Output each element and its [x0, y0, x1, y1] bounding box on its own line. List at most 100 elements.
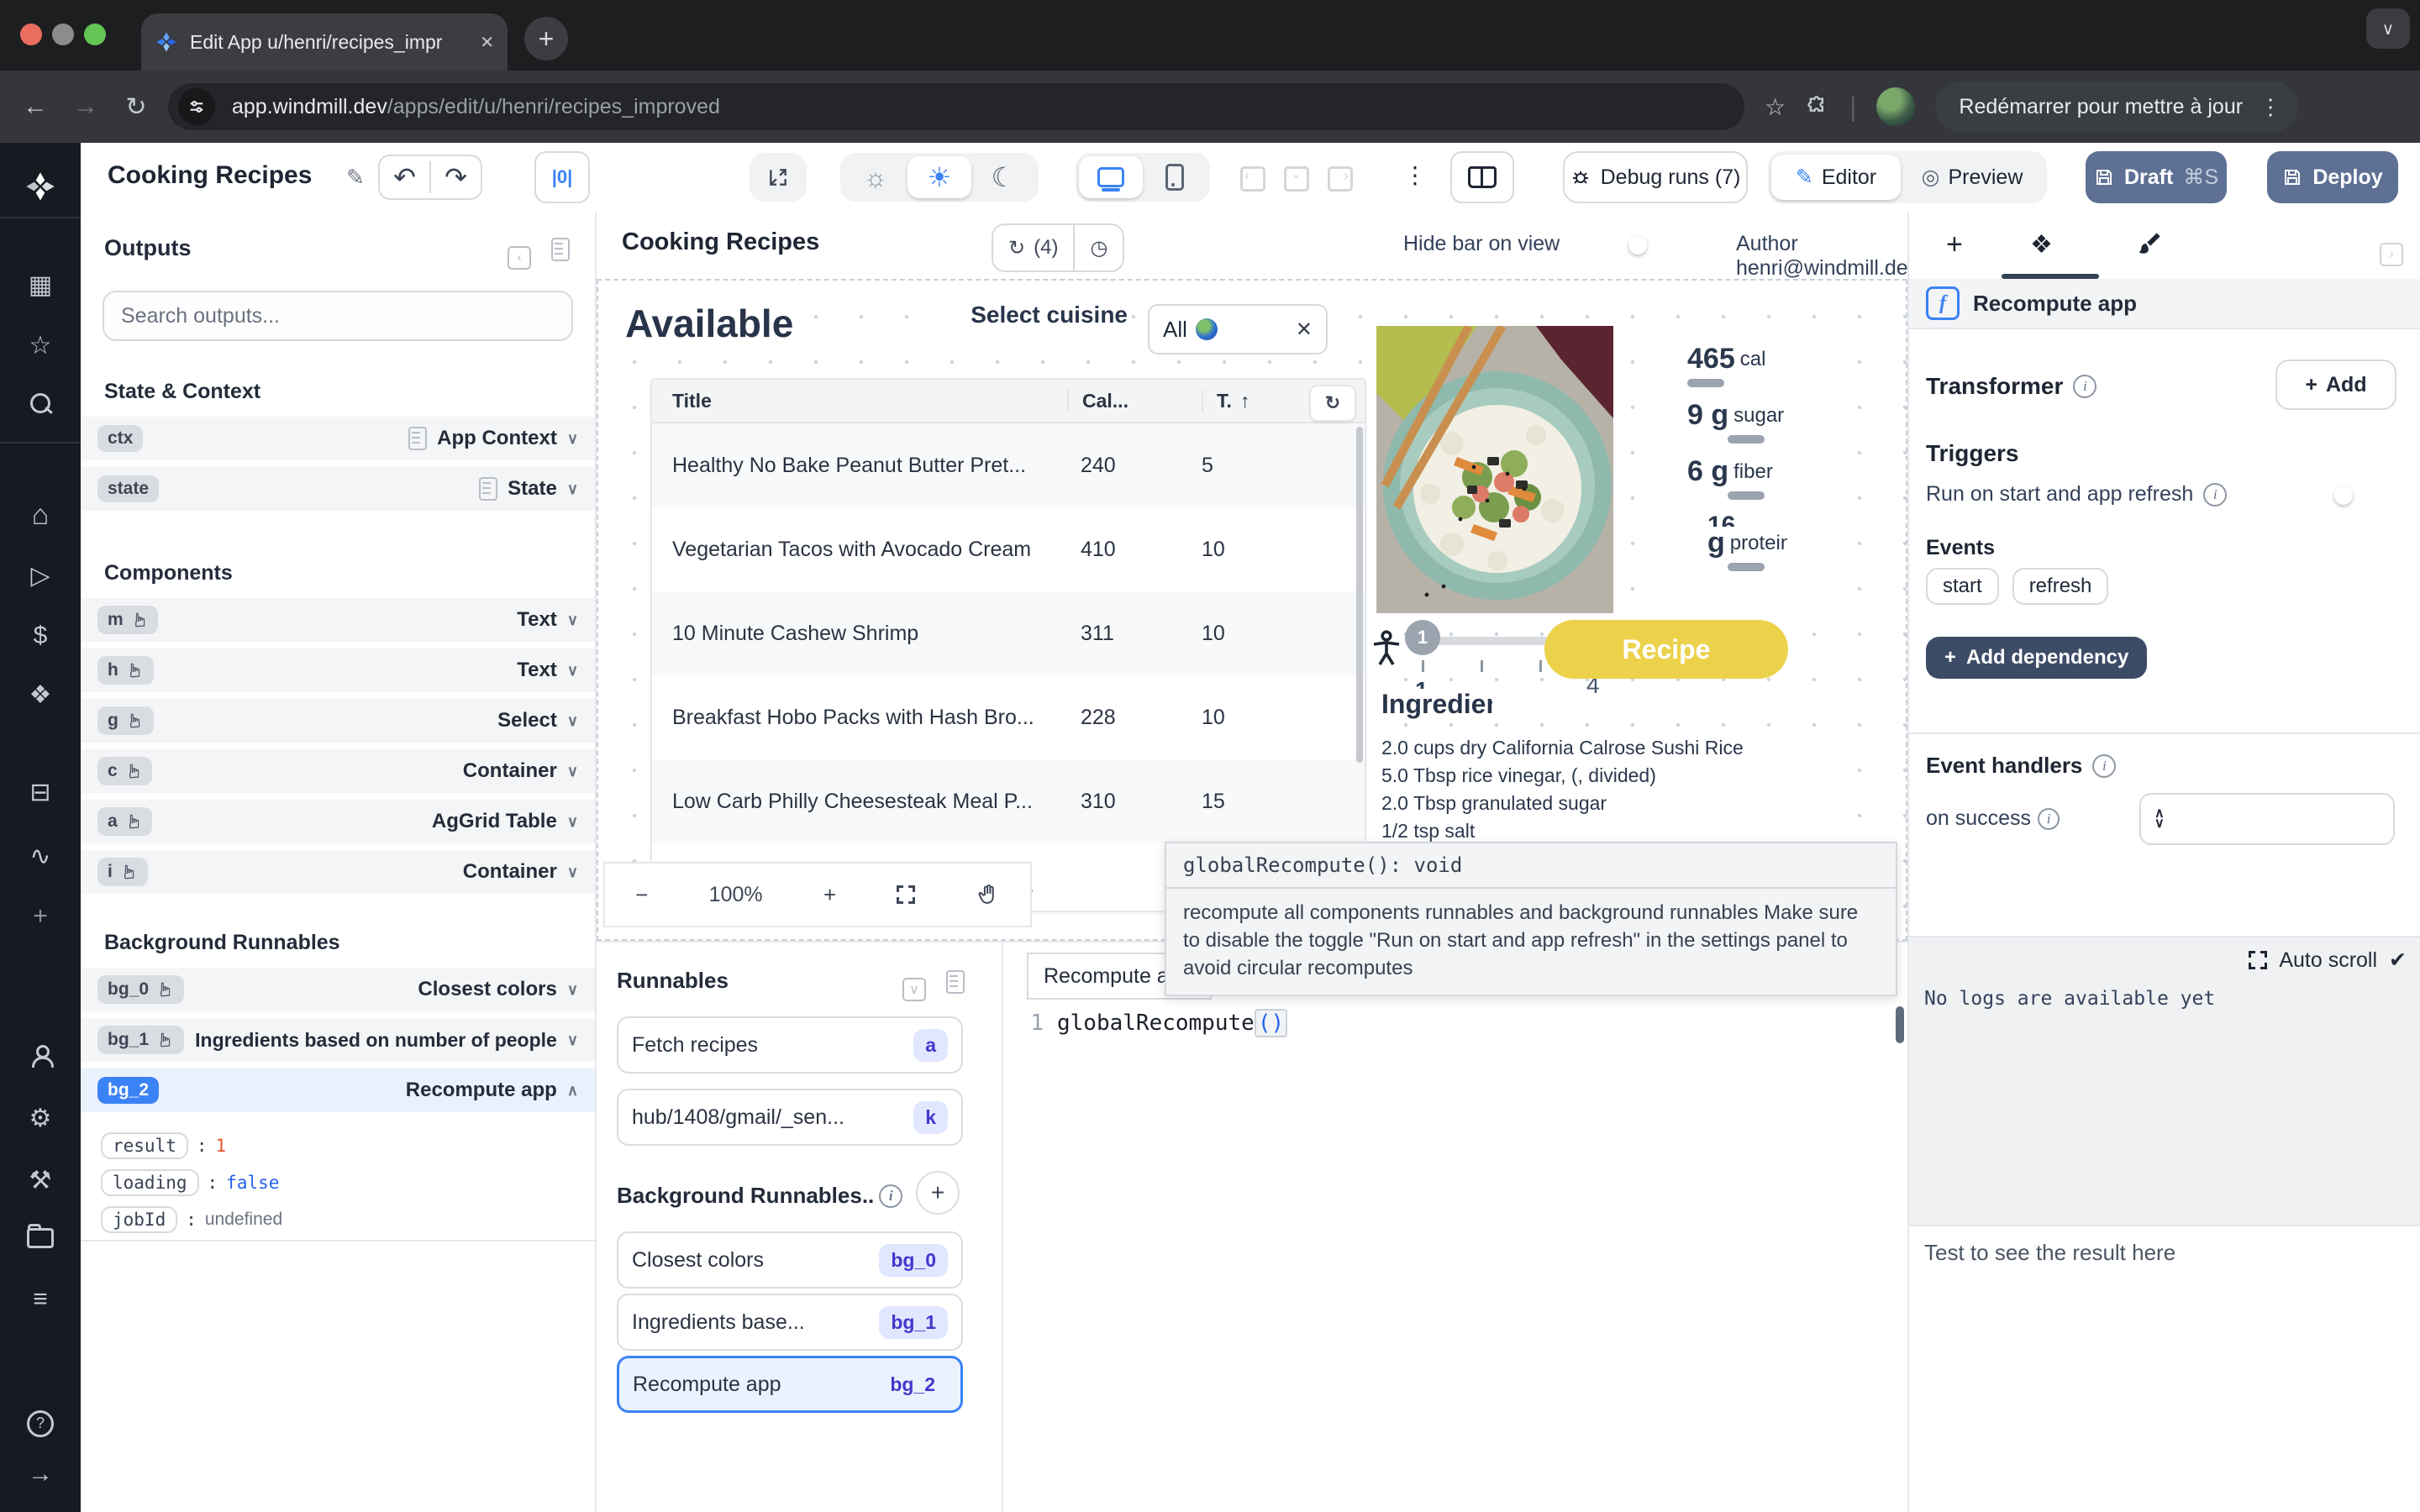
doc-icon[interactable]: [946, 969, 965, 1000]
recipe-button[interactable]: Recipe: [1544, 620, 1788, 679]
pan-hand-icon[interactable]: [976, 882, 1000, 907]
collapse-panel-icon[interactable]: ‹: [508, 237, 531, 270]
home-icon[interactable]: ⌂: [0, 499, 81, 532]
zoom-in-icon[interactable]: +: [823, 882, 836, 908]
info-icon[interactable]: [2203, 483, 2227, 507]
add-icon[interactable]: +: [0, 902, 81, 931]
output-row-component[interactable]: g☞ Select∨: [81, 699, 595, 746]
site-settings-icon[interactable]: [178, 88, 215, 125]
draft-button[interactable]: Draft ⌘S: [2086, 151, 2227, 203]
slider-handle[interactable]: 1: [1405, 620, 1440, 655]
docs-book-button[interactable]: [1450, 151, 1514, 203]
output-row-bg1[interactable]: bg_1☞ Ingredients based on number of peo…: [81, 1018, 595, 1065]
new-tab-button[interactable]: +: [524, 17, 568, 60]
redo-icon[interactable]: ↷: [431, 161, 481, 193]
event-chip-start[interactable]: start: [1926, 568, 1999, 605]
chrome-update-button[interactable]: Redémarrer pour mettre à jour ⋮: [1935, 81, 2298, 132]
clear-select-icon[interactable]: ✕: [1296, 318, 1313, 342]
chevron-down-icon[interactable]: ∨: [567, 981, 578, 999]
chevron-down-icon[interactable]: ∨: [567, 864, 578, 881]
fit-view-icon[interactable]: [897, 885, 915, 904]
chevron-down-icon[interactable]: ∨: [567, 480, 578, 498]
debug-runs-button[interactable]: Debug runs (7): [1563, 151, 1748, 203]
sort-arrow-icon[interactable]: ↑: [1240, 390, 1250, 412]
help-icon[interactable]: [0, 1406, 81, 1437]
output-row-ctx[interactable]: ctx App Context∨: [81, 417, 595, 464]
theme-auto-icon[interactable]: ☼: [844, 156, 908, 198]
settings-tab-icon[interactable]: ❖: [2030, 230, 2053, 260]
output-row-state[interactable]: state State∨: [81, 467, 595, 514]
audit-logs-icon[interactable]: ≡: [0, 1285, 81, 1314]
collapse-right-panel-icon[interactable]: ›: [2380, 234, 2403, 266]
on-success-select[interactable]: ∧∨: [2139, 793, 2395, 845]
col-title[interactable]: Title: [652, 390, 1067, 412]
refresh-all-button[interactable]: ↻ (4): [993, 225, 1075, 270]
table-row[interactable]: Vegetarian Tacos with Avocado Cream41010: [652, 507, 1365, 591]
code-line[interactable]: 1 globalRecompute(): [1003, 1006, 1904, 1040]
address-bar[interactable]: app.windmill.dev/apps/edit/u/henri/recip…: [168, 83, 1744, 130]
schedules-icon[interactable]: ⊟: [0, 778, 81, 807]
resources-icon[interactable]: ❖: [0, 680, 81, 710]
table-refresh-button[interactable]: ↻: [1309, 385, 1356, 422]
reload-icon[interactable]: ↻: [111, 92, 161, 122]
output-row-component[interactable]: m☞ Text∨: [81, 598, 595, 645]
info-icon[interactable]: [2038, 808, 2060, 830]
window-minimize-button[interactable]: [52, 24, 74, 45]
bg-runnable-card-bg2-selected[interactable]: Recompute app bg_2: [617, 1356, 963, 1413]
window-close-button[interactable]: [20, 24, 42, 45]
deploy-button[interactable]: Deploy: [2267, 151, 2398, 203]
tab-close-icon[interactable]: ✕: [480, 32, 494, 53]
output-row-bg0[interactable]: bg_0☞ Closest colors∨: [81, 968, 595, 1015]
collapse-section-icon[interactable]: ∨: [902, 969, 926, 1001]
tab-preview[interactable]: ◎ Preview: [1901, 155, 2044, 200]
recipes-table[interactable]: Title Cal... T.↑ ↻ Healthy No Bake Peanu…: [650, 378, 1366, 912]
favorites-icon[interactable]: ☆: [0, 331, 81, 360]
insert-component-tab-icon[interactable]: +: [1946, 228, 1963, 261]
output-row-component[interactable]: a☞ AgGrid Table∨: [81, 800, 595, 847]
chevron-down-icon[interactable]: ∨: [567, 662, 578, 680]
output-row-component[interactable]: c☞ Container∨: [81, 749, 595, 796]
component-outline-button[interactable]: |0|: [534, 151, 590, 203]
zoom-out-icon[interactable]: −: [635, 882, 648, 908]
theme-dark-moon-icon[interactable]: ☾: [971, 156, 1035, 198]
panel-bottom-toggle-icon[interactable]: [1284, 166, 1309, 198]
output-row-component[interactable]: h☞ Text∨: [81, 648, 595, 696]
runnable-card-gmail[interactable]: hub/1408/gmail/_sen... k: [617, 1089, 963, 1146]
history-icon[interactable]: ◷: [1075, 236, 1123, 260]
output-row-bg2-selected[interactable]: bg_2 Recompute app∧: [81, 1068, 595, 1116]
add-bg-runnable-button[interactable]: +: [916, 1171, 960, 1215]
chevron-down-icon[interactable]: ∨: [567, 712, 578, 730]
variables-icon[interactable]: $: [0, 622, 81, 650]
forward-icon[interactable]: →: [60, 92, 111, 121]
auto-scroll-check-icon[interactable]: ✔: [2389, 948, 2407, 973]
extensions-icon[interactable]: [1806, 95, 1829, 118]
chevron-down-icon[interactable]: ∨: [567, 763, 578, 780]
desktop-view-icon[interactable]: [1079, 156, 1143, 198]
flows-icon[interactable]: ∿: [0, 842, 81, 871]
chevron-up-icon[interactable]: ∧: [567, 1082, 578, 1100]
tab-search-chevron-icon[interactable]: ∨: [2366, 8, 2410, 49]
back-icon[interactable]: ←: [10, 92, 60, 121]
mobile-view-icon[interactable]: [1143, 156, 1207, 198]
event-chip-refresh[interactable]: refresh: [2012, 568, 2109, 605]
expand-logs-icon[interactable]: [2249, 951, 2267, 969]
search-outputs-input[interactable]: Search outputs...: [103, 291, 573, 341]
bookmark-star-icon[interactable]: ☆: [1765, 93, 1786, 121]
info-icon[interactable]: [879, 1184, 902, 1208]
table-row[interactable]: Low Carb Philly Cheesesteak Meal P...310…: [652, 759, 1365, 843]
tab-editor[interactable]: ✎ Editor: [1771, 155, 1901, 200]
search-icon[interactable]: [0, 391, 81, 420]
undo-icon[interactable]: ↶: [380, 161, 431, 193]
fullscreen-button[interactable]: [750, 153, 807, 202]
editor-scrollbar[interactable]: [1896, 1006, 1904, 1043]
folders-icon[interactable]: [0, 1226, 81, 1255]
chevron-down-icon[interactable]: ∨: [567, 612, 578, 629]
output-row-component[interactable]: i☞ Container∨: [81, 850, 595, 897]
doc-icon[interactable]: [551, 237, 570, 268]
cuisine-select[interactable]: All ✕: [1148, 304, 1328, 354]
chevron-down-icon[interactable]: ∨: [567, 813, 578, 831]
table-row[interactable]: Breakfast Hobo Packs with Hash Bro...228…: [652, 675, 1365, 759]
settings-gear-icon[interactable]: ⚙: [0, 1104, 81, 1133]
chevron-down-icon[interactable]: ∨: [567, 430, 578, 448]
styling-brush-tab-icon[interactable]: [2136, 230, 2163, 257]
